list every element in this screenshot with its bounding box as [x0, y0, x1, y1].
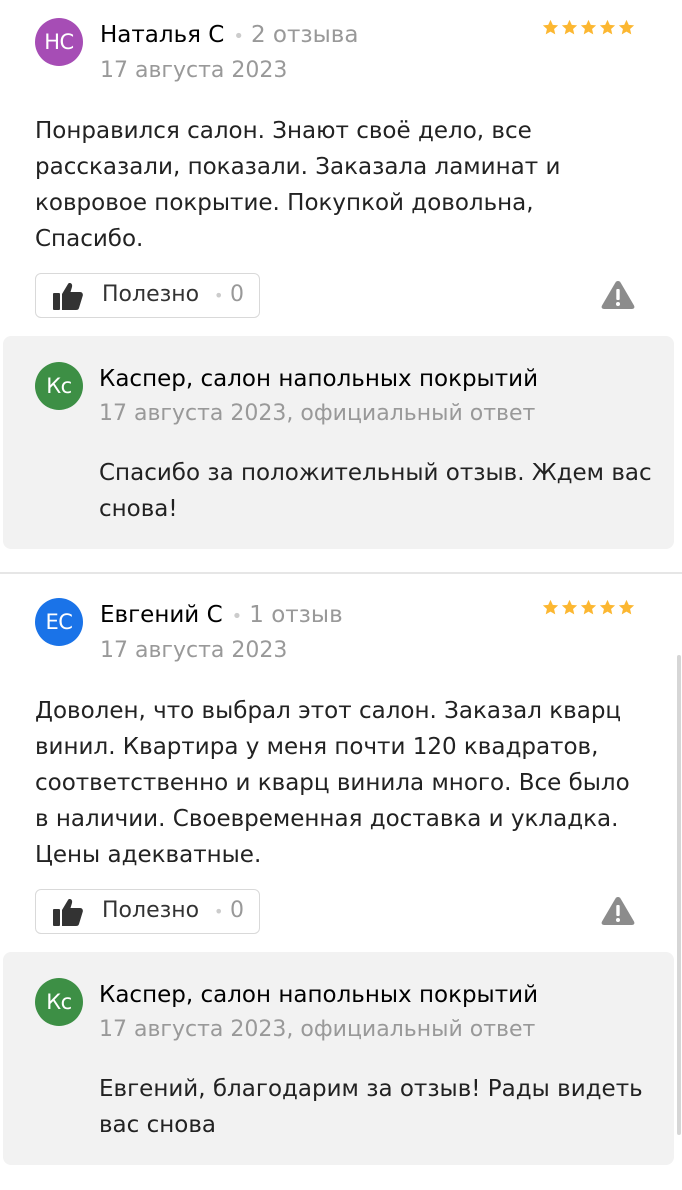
reply-author: Каспер, салон напольных покрытий [99, 366, 539, 392]
reviews-count: 2 отзыва [250, 22, 359, 48]
star-icon [580, 19, 597, 35]
star-icon [599, 19, 616, 35]
reply-author: Каспер, салон напольных покрытий [99, 982, 539, 1008]
helpful-count: 0 [230, 898, 244, 923]
avatar-initials: НС [44, 30, 74, 54]
review-text: Понравился салон. Знают своё дело, все р… [35, 118, 561, 252]
review-text: Доволен, что выбрал этот салон. Заказал … [35, 698, 630, 868]
star-icon [542, 19, 559, 35]
star-icon [599, 599, 616, 615]
reply-avatar: Кс [35, 362, 83, 410]
star-icon [542, 599, 559, 615]
separator-dot: • [231, 606, 243, 627]
author-line: Наталья С • 2 отзыва [100, 22, 358, 52]
author-avatar[interactable]: НС [35, 18, 83, 66]
star-icon [618, 599, 635, 615]
rating-stars [542, 19, 635, 36]
review-date: 17 августа 2023 [100, 638, 288, 663]
avatar-initials: Кс [46, 374, 72, 398]
review-date: 17 августа 2023 [100, 58, 288, 83]
star-icon [561, 599, 578, 615]
report-warning-icon[interactable] [600, 279, 636, 311]
divider [0, 572, 682, 574]
thumbs-up-icon [53, 283, 83, 310]
reviews-count: 1 отзыв [249, 602, 343, 628]
star-icon [618, 19, 635, 35]
separator-dot: • [214, 902, 224, 921]
author-name[interactable]: Евгений С [100, 602, 223, 628]
author-name[interactable]: Наталья С [100, 22, 224, 48]
reply-text: Евгений, благодарим за отзыв! Рады видет… [99, 1076, 643, 1138]
thumbs-up-icon [53, 899, 83, 926]
helpful-count: 0 [230, 282, 244, 307]
reply-text: Спасибо за положительный отзыв. Ждем вас… [99, 460, 652, 522]
avatar-initials: ЕС [45, 610, 73, 634]
helpful-label: Полезно [102, 282, 200, 307]
avatar-initials: Кс [46, 990, 72, 1014]
report-warning-icon[interactable] [600, 895, 636, 927]
helpful-label: Полезно [102, 898, 200, 923]
star-icon [580, 599, 597, 615]
owner-reply: Кс Каспер, салон напольных покрытий 17 а… [3, 336, 674, 549]
author-avatar[interactable]: ЕС [35, 598, 83, 646]
reply-date: 17 августа 2023, официальный ответ [99, 401, 536, 426]
helpful-button[interactable]: Полезно • 0 [35, 889, 260, 934]
reply-avatar: Кс [35, 978, 83, 1026]
rating-stars [542, 599, 635, 616]
separator-dot: • [214, 286, 224, 305]
scrollbar[interactable] [677, 655, 681, 1135]
separator-dot: • [233, 26, 244, 47]
helpful-button[interactable]: Полезно • 0 [35, 273, 260, 318]
owner-reply: Кс Каспер, салон напольных покрытий 17 а… [3, 952, 674, 1165]
star-icon [561, 19, 578, 35]
reply-date: 17 августа 2023, официальный ответ [99, 1017, 536, 1042]
author-line: Евгений С • 1 отзыв [100, 602, 343, 632]
